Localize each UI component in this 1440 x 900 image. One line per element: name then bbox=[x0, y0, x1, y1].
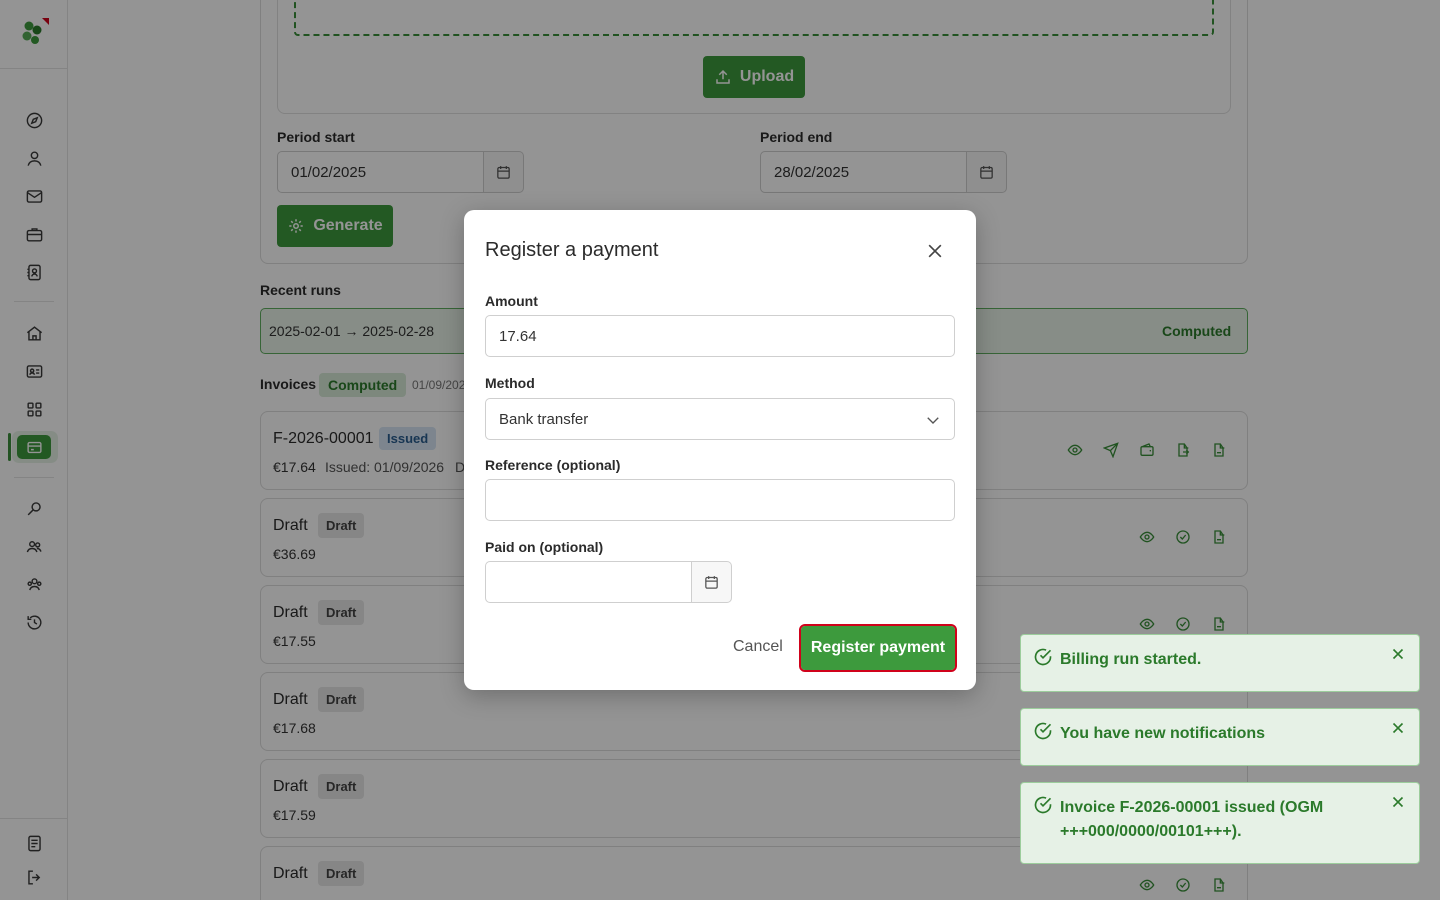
method-selected-value: Bank transfer bbox=[499, 410, 589, 428]
close-icon[interactable] bbox=[1389, 719, 1407, 737]
toast-message: Billing run started. bbox=[1060, 651, 1202, 668]
method-label: Method bbox=[485, 375, 535, 391]
paid-on-label: Paid on (optional) bbox=[485, 539, 604, 555]
calendar-icon bbox=[705, 575, 718, 589]
paid-on-input[interactable] bbox=[485, 561, 692, 603]
close-icon[interactable] bbox=[1389, 645, 1407, 663]
register-payment-dialog: Register a payment Amount 17.64 Method B… bbox=[464, 210, 976, 690]
toast-message: Invoice F-2026-00001 issued (OGM +++000/… bbox=[1060, 799, 1324, 840]
reference-input[interactable] bbox=[485, 479, 955, 521]
toast-notification: You have new notifications bbox=[1020, 708, 1420, 766]
check-circle-icon bbox=[1034, 796, 1052, 814]
amount-label: Amount bbox=[485, 293, 538, 309]
method-select[interactable]: Bank transfer bbox=[485, 398, 955, 440]
paid-on-calendar-button[interactable] bbox=[692, 561, 732, 603]
chevron-down-icon bbox=[927, 417, 939, 424]
register-payment-button[interactable]: Register payment bbox=[799, 624, 957, 672]
toast-message: You have new notifications bbox=[1060, 725, 1266, 742]
close-icon[interactable] bbox=[1389, 793, 1407, 811]
check-circle-icon bbox=[1034, 722, 1052, 740]
close-icon[interactable] bbox=[925, 241, 945, 261]
toast-notification: Invoice F-2026-00001 issued (OGM +++000/… bbox=[1020, 782, 1420, 864]
reference-label: Reference (optional) bbox=[485, 457, 621, 473]
check-circle-icon bbox=[1034, 648, 1052, 666]
toast-notification: Billing run started. bbox=[1020, 634, 1420, 692]
cancel-button[interactable]: Cancel bbox=[733, 638, 783, 656]
amount-input[interactable]: 17.64 bbox=[485, 315, 955, 357]
dialog-title: Register a payment bbox=[485, 239, 659, 261]
